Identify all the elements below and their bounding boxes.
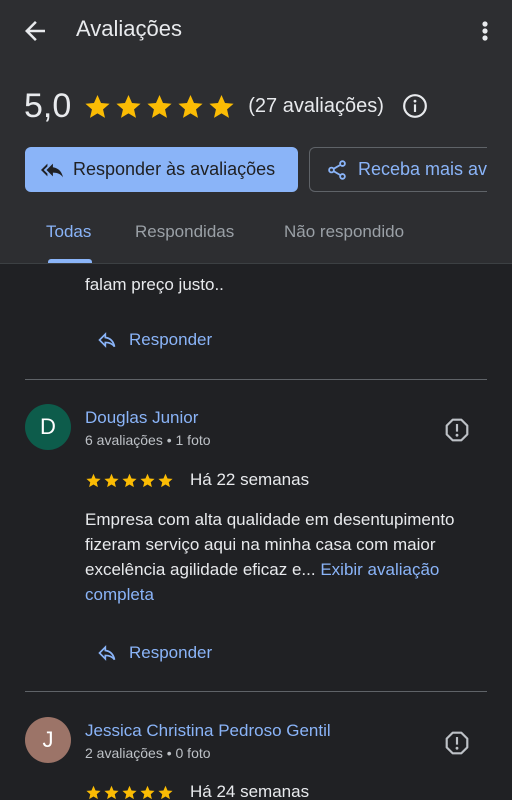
star-icon xyxy=(122,785,137,799)
rating-stars xyxy=(83,92,236,121)
star-icon xyxy=(147,94,172,118)
avatar[interactable]: J xyxy=(25,717,71,763)
reply-button[interactable]: Responder xyxy=(97,327,212,353)
reviewer-name[interactable]: Douglas Junior xyxy=(85,408,198,428)
reply-label: Responder xyxy=(129,643,213,662)
star-icon xyxy=(104,785,119,799)
star-icon xyxy=(140,785,155,799)
reply-label: Responder xyxy=(129,330,213,349)
star-icon xyxy=(158,473,173,487)
active-tab-indicator xyxy=(48,259,92,263)
get-more-reviews-button[interactable]: Receba mais avaliações xyxy=(309,147,487,192)
star-icon xyxy=(116,94,141,118)
reply-button[interactable]: Responder xyxy=(97,640,212,666)
rating-value: 5,0 xyxy=(24,86,72,125)
get-more-reviews-label: Receba mais avaliações xyxy=(358,159,487,179)
report-icon[interactable] xyxy=(444,730,470,756)
reply-all-icon xyxy=(41,163,63,177)
reply-to-reviews-label: Responder às avaliações xyxy=(73,159,276,179)
tab-all[interactable]: Todas xyxy=(46,222,91,242)
review-text: falam preço justo.. xyxy=(85,275,224,294)
star-icon xyxy=(209,94,234,118)
reply-icon xyxy=(98,645,116,661)
divider xyxy=(25,379,487,380)
review-time: Há 22 semanas xyxy=(190,470,310,489)
star-icon xyxy=(158,785,173,799)
tab-answered[interactable]: Respondidas xyxy=(135,222,234,242)
avatar-initial: J xyxy=(42,727,54,752)
page-title: Avaliações xyxy=(76,16,182,41)
review-rating: Há 24 semanas xyxy=(85,782,309,800)
share-icon xyxy=(328,159,346,180)
avatar[interactable]: D xyxy=(25,404,71,450)
star-icon xyxy=(104,473,119,487)
reply-to-reviews-button[interactable]: Responder às avaliações xyxy=(25,147,298,192)
review-list[interactable]: falam preço justo.. Responder D Douglas … xyxy=(0,264,512,800)
rating-summary: 5,0 (27 avaliações) xyxy=(24,84,428,128)
info-icon[interactable] xyxy=(402,93,428,119)
star-icon xyxy=(140,473,155,487)
review-body: Empresa com alta qualidade em desentupim… xyxy=(85,507,485,607)
header: Avaliações 5,0 (27 avaliações) Responder… xyxy=(0,0,512,264)
report-icon[interactable] xyxy=(444,417,470,443)
star-icon xyxy=(122,473,137,487)
divider xyxy=(25,691,487,692)
avatar-initial: D xyxy=(40,414,56,439)
tab-unanswered[interactable]: Não respondido xyxy=(284,222,404,242)
review-time: Há 24 semanas xyxy=(190,782,310,800)
review-rating: Há 22 semanas xyxy=(85,470,309,490)
star-icon xyxy=(85,94,110,118)
top-app-bar: Avaliações xyxy=(0,0,512,62)
reply-icon xyxy=(98,332,116,348)
review-stars xyxy=(85,784,174,800)
star-icon xyxy=(86,785,101,799)
star-icon xyxy=(86,473,101,487)
reviewer-meta: 2 avaliações • 0 foto xyxy=(85,745,211,761)
back-arrow-icon[interactable] xyxy=(20,16,50,46)
reviewer-meta: 6 avaliações • 1 foto xyxy=(85,432,211,448)
star-icon xyxy=(178,94,203,118)
review-stars xyxy=(85,472,174,489)
rating-count: (27 avaliações) xyxy=(248,94,384,117)
review-tabs: Todas Respondidas Não respondido xyxy=(0,212,512,264)
reviewer-name[interactable]: Jessica Christina Pedroso Gentil xyxy=(85,721,331,741)
more-vert-icon[interactable] xyxy=(478,16,492,46)
